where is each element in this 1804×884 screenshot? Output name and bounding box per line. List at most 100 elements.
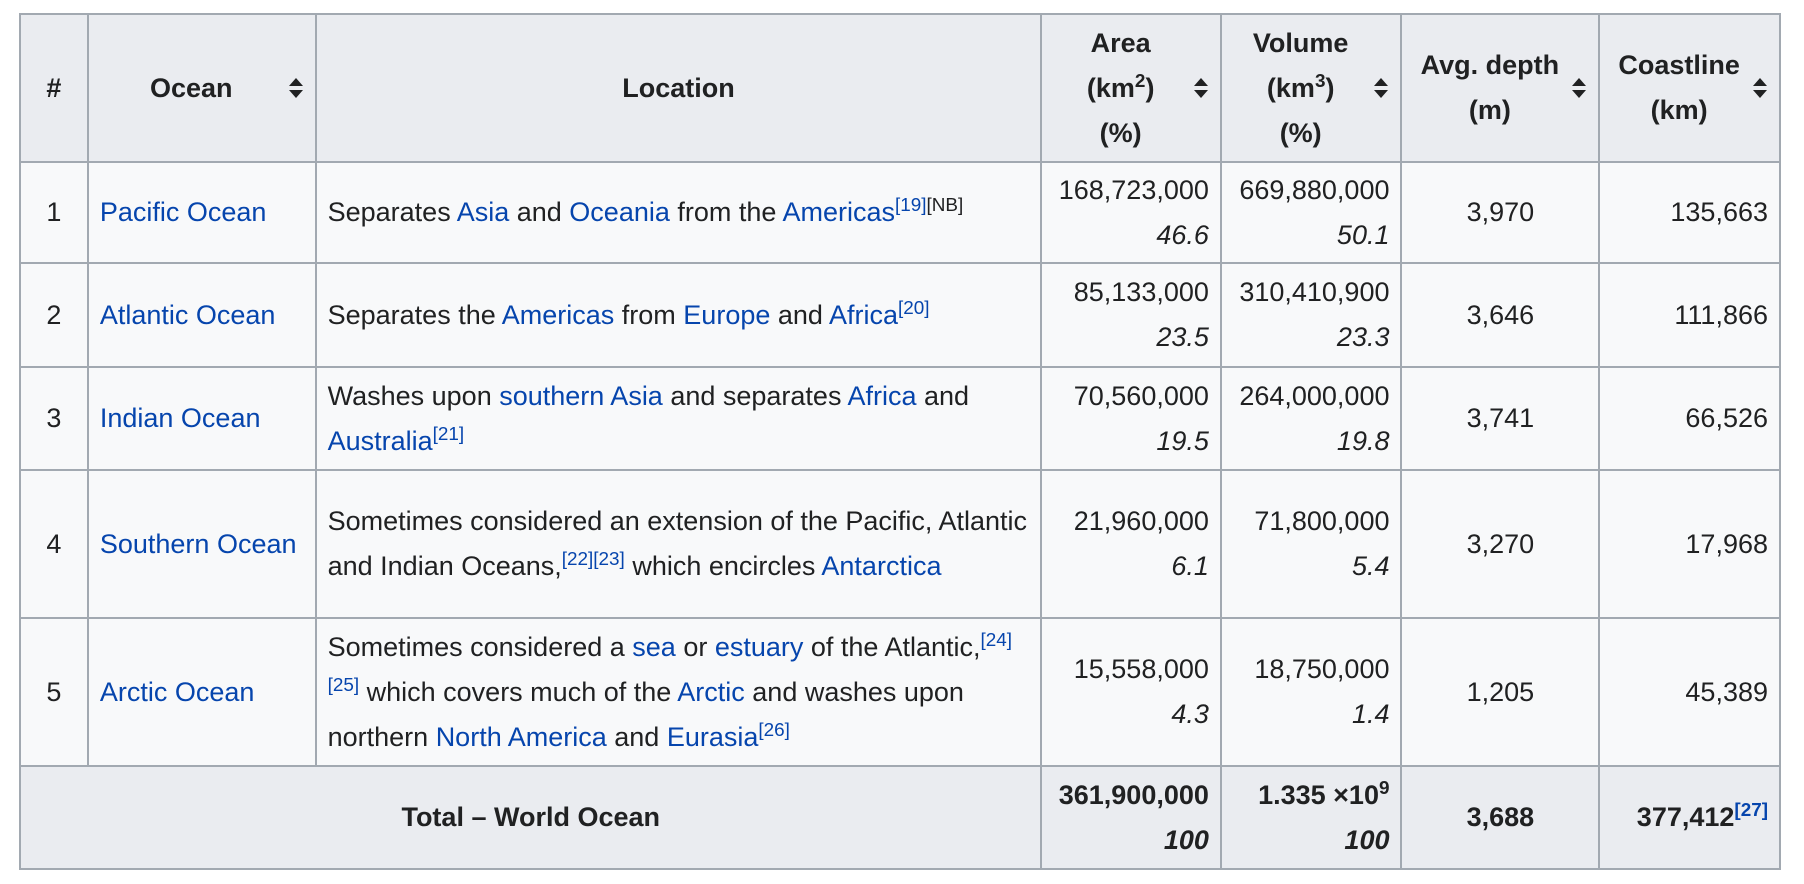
ocean-link[interactable]: Southern Ocean <box>100 529 297 559</box>
cell-ocean: Pacific Ocean <box>86 161 317 264</box>
cell-location: Separates the Americas from Europe and A… <box>314 262 1043 368</box>
cell-depth: 3,970 <box>1400 161 1601 264</box>
header-row: # Ocean Location Area (km2) (%) Volume (… <box>19 13 1781 163</box>
cell-location: Sometimes considered an extension of the… <box>314 469 1043 619</box>
location-link[interactable]: Americas <box>502 300 615 330</box>
reference-link[interactable]: [22] <box>562 549 594 570</box>
location-link[interactable]: Antarctica <box>821 551 941 581</box>
area-value: 85,133,000 <box>1073 277 1209 307</box>
cell-location: Washes upon southern Asia and separates … <box>314 366 1043 471</box>
location-text: and separates <box>662 380 848 411</box>
sort-icon[interactable] <box>1193 77 1208 99</box>
volume-value: 669,880,000 <box>1239 174 1390 205</box>
total-volume-base: 1.335 ×10 <box>1258 779 1379 810</box>
reference-link-text[interactable]: [24] <box>980 630 1012 651</box>
reference-link-text[interactable]: [27] <box>1734 800 1768 821</box>
location-link[interactable]: Australia <box>328 426 433 456</box>
reference-link-text[interactable]: [21] <box>433 424 465 445</box>
total-area-percent: 100 <box>1163 824 1209 855</box>
header-ocean[interactable]: Ocean <box>86 13 317 163</box>
sort-icon[interactable] <box>1374 77 1389 99</box>
header-volume-unit-exp: 3 <box>1314 70 1326 92</box>
reference-link-text[interactable]: [19] <box>895 195 927 216</box>
volume-percent: 19.8 <box>1336 425 1390 456</box>
reference-link[interactable]: [26] <box>758 720 790 741</box>
table-row: 2 Atlantic Ocean Separates the Americas … <box>19 262 1781 368</box>
cell-area: 70,560,000 19.5 <box>1040 366 1222 471</box>
location-link[interactable]: North America <box>436 722 607 752</box>
cell-area: 85,133,000 23.5 <box>1040 262 1222 368</box>
total-row: Total – World Ocean 361,900,000 100 1.335… <box>18 765 1781 870</box>
reference-link-text[interactable]: [26] <box>758 720 790 741</box>
reference-link[interactable]: [25] <box>328 675 360 696</box>
reference-link[interactable]: [20] <box>898 298 930 319</box>
header-area-line3: (%) <box>1099 117 1142 148</box>
reference-link[interactable]: [23] <box>593 549 625 570</box>
reference-link[interactable]: [19] <box>895 195 927 216</box>
header-volume-line1: Volume <box>1252 27 1349 58</box>
header-volume-unit: (km <box>1266 72 1315 103</box>
location-link[interactable]: Americas <box>782 197 895 227</box>
location-link[interactable]: Asia <box>457 197 510 227</box>
location-text: and <box>770 299 829 330</box>
volume-percent: 5.4 <box>1351 551 1390 581</box>
cell-depth: 3,741 <box>1400 366 1601 471</box>
reference-link-text[interactable]: [25] <box>328 675 360 696</box>
cell-rank: 4 <box>19 469 89 619</box>
cell-ocean: Arctic Ocean <box>86 617 317 767</box>
volume-percent: 1.4 <box>1351 699 1390 729</box>
location-link[interactable]: Africa <box>829 300 898 330</box>
area-percent: 4.3 <box>1171 699 1209 729</box>
reference-link-text[interactable]: [22] <box>562 549 594 570</box>
cell-location: Sometimes considered a sea or estuary of… <box>314 617 1043 767</box>
table-row: 4 Southern Ocean Sometimes considered an… <box>19 469 1781 619</box>
location-text: Washes upon <box>327 380 500 411</box>
total-label: Total – World Ocean <box>18 765 1043 870</box>
cell-rank: 3 <box>19 366 89 471</box>
reference-link[interactable]: [21] <box>433 424 465 445</box>
volume-percent: 50.1 <box>1336 219 1390 250</box>
cell-ocean: Southern Ocean <box>86 469 317 619</box>
header-volume[interactable]: Volume (km3) (%) <box>1219 13 1403 163</box>
location-link[interactable]: sea <box>632 632 676 662</box>
header-area-line2: (km2) <box>1053 66 1187 111</box>
reference-link-text[interactable]: [20] <box>898 298 930 319</box>
location-link[interactable]: Africa <box>847 381 916 411</box>
location-link[interactable]: Eurasia <box>667 722 759 752</box>
note-marker[interactable]: [NB] <box>926 195 963 216</box>
cell-ocean: Indian Ocean <box>86 366 317 471</box>
ocean-link[interactable]: Arctic Ocean <box>100 677 255 707</box>
location-link[interactable]: estuary <box>715 632 804 662</box>
header-area-line1: Area <box>1090 27 1151 58</box>
location-link[interactable]: southern Asia <box>499 381 663 411</box>
volume-percent: 23.3 <box>1336 322 1390 352</box>
cell-volume: 71,800,000 5.4 <box>1219 469 1403 619</box>
cell-coastline: 135,663 <box>1598 161 1781 264</box>
cell-rank: 1 <box>19 161 89 264</box>
ocean-link[interactable]: Indian Ocean <box>100 403 261 433</box>
location-text: from the <box>669 197 783 227</box>
ocean-link[interactable]: Atlantic Ocean <box>100 300 276 330</box>
reference-link-text[interactable]: [23] <box>593 549 625 570</box>
location-text: Separates the <box>327 299 502 330</box>
reference-link[interactable]: [24] <box>980 630 1012 651</box>
location-link[interactable]: Oceania <box>569 197 670 227</box>
sort-icon[interactable] <box>1572 77 1587 99</box>
sort-icon[interactable] <box>288 77 303 99</box>
ocean-link[interactable]: Pacific Ocean <box>100 197 267 227</box>
location-text: which encircles <box>624 551 822 581</box>
cell-area: 21,960,000 6.1 <box>1040 469 1222 619</box>
location-link[interactable]: Europe <box>683 300 770 330</box>
reference-link[interactable]: [27] <box>1734 800 1768 821</box>
volume-value: 71,800,000 <box>1254 506 1390 536</box>
header-volume-unit-close: ) <box>1325 72 1335 103</box>
location-text: and <box>916 380 970 411</box>
header-coastline[interactable]: Coastline (km) <box>1598 13 1781 163</box>
sort-icon[interactable] <box>1753 77 1767 99</box>
header-location: Location <box>314 13 1043 163</box>
location-link[interactable]: Arctic <box>677 677 745 707</box>
cell-area: 168,723,000 46.6 <box>1040 161 1222 264</box>
header-area[interactable]: Area (km2) (%) <box>1040 13 1222 163</box>
volume-value: 310,410,900 <box>1239 277 1390 307</box>
header-depth[interactable]: Avg. depth (m) <box>1400 13 1601 163</box>
